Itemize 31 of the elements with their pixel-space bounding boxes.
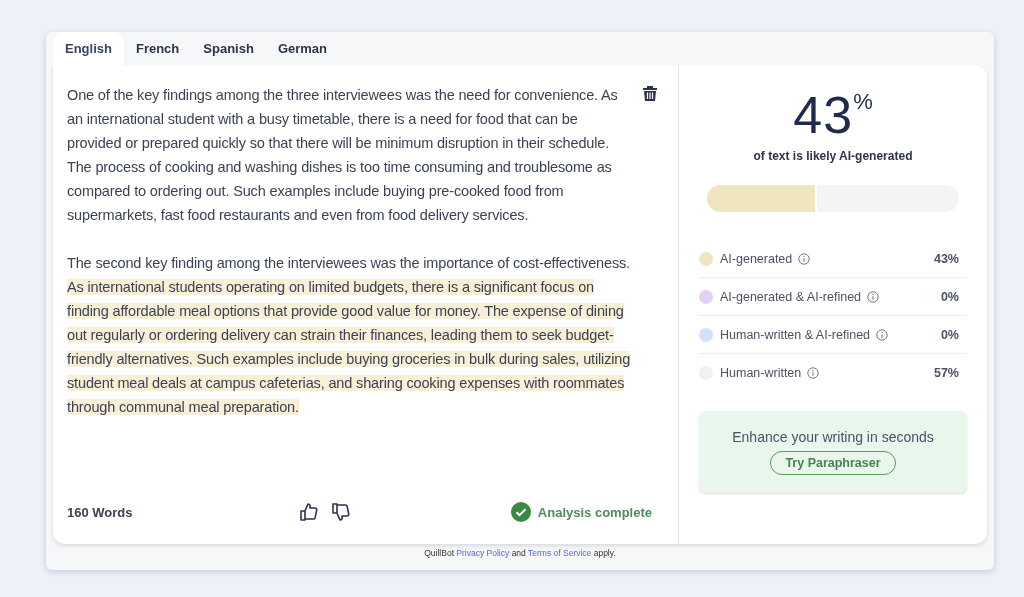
legend-label: AI-generated xyxy=(720,251,793,266)
legal-notice: QuillBot Privacy Policy and Terms of Service apply. xyxy=(423,548,617,558)
legal-link[interactable]: Privacy Policy xyxy=(456,548,510,558)
status-text: Analysis complete xyxy=(537,504,652,520)
percent-sign: % xyxy=(853,88,873,116)
legal-link[interactable]: Terms of Service xyxy=(528,548,592,558)
legend-label: Human-written xyxy=(720,365,802,380)
info-icon[interactable] xyxy=(798,252,811,265)
word-count: 160 Words xyxy=(67,504,134,520)
check-circle-icon xyxy=(510,502,531,522)
score-value: 43 xyxy=(793,87,854,143)
trash-icon[interactable] xyxy=(643,85,657,101)
thumbs-up-icon[interactable] xyxy=(299,502,319,522)
info-icon[interactable] xyxy=(876,328,889,341)
language-tab[interactable]: English xyxy=(53,32,124,65)
language-tab[interactable]: German xyxy=(265,32,339,65)
info-icon[interactable] xyxy=(807,366,820,379)
legend-value: 43% xyxy=(933,251,959,266)
language-tab[interactable]: Spanish xyxy=(191,32,266,65)
thumbs-down-icon[interactable] xyxy=(331,502,351,522)
info-icon[interactable] xyxy=(867,290,880,303)
paragraph: One of the key findings among the three interviewees was the need for convenience. As an international student with a busy timetable, there is a need for food that can be provided or prepared quickly so that there will be minimum disruption in their schedule. The process of cooking and washing dishes is too time consuming and troublesome as compared to ordering out. Such examples include buying pre-cooked food from supermarkets, fast food restaurants and even from food delivery services. xyxy=(67,86,619,225)
legend-value: 0% xyxy=(940,327,959,342)
promo-text: Enhance your writing in seconds xyxy=(732,429,934,445)
legend-label: Human-written & AI-refined xyxy=(720,327,871,342)
legend-value: 57% xyxy=(933,365,959,380)
legend-label: AI-generated & AI-refined xyxy=(720,289,862,304)
paragraph: The second key finding among the interviewees was the importance of cost-effectiveness. As international students operating on limited budgets, there is a significant focus on finding affordable meal options that provide good value for money. The expense of dining out regularly or ordering delivery can strain their finances, leading them to seek budget-friendly alternatives. Such examples include buying groceries in bulk during sales, utilizing student meal deals at campus cafeterias, and sharing cooking expenses with roommates through communal meal preparation. xyxy=(67,254,632,417)
score-caption: of text is likely AI-generated xyxy=(752,149,914,163)
legend-value: 0% xyxy=(940,289,959,304)
language-tab[interactable]: French xyxy=(123,32,192,65)
